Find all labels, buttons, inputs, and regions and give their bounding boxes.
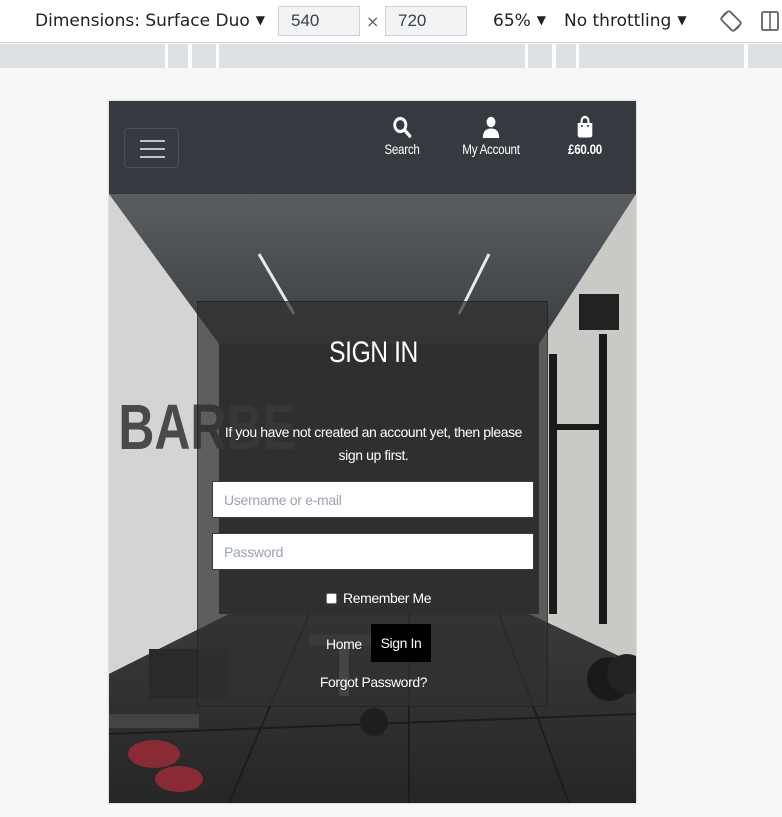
media-query-segment[interactable] (748, 44, 782, 68)
device-dropdown-label: Dimensions: Surface Duo (35, 11, 250, 31)
throttling-label: No throttling (564, 11, 672, 31)
media-query-segment[interactable] (219, 44, 525, 68)
user-icon (482, 116, 500, 138)
sign-in-button[interactable]: Sign In (371, 624, 431, 662)
home-link[interactable]: Home (326, 636, 362, 652)
remember-me-option[interactable]: Remember Me (326, 590, 432, 606)
media-query-segment[interactable] (0, 44, 165, 68)
device-viewport: Search My Account £60.00 SIGN IN If you … (109, 101, 636, 803)
forgot-password-link[interactable]: Forgot Password? (198, 674, 549, 690)
media-query-segment[interactable] (579, 44, 744, 68)
remember-me-checkbox[interactable] (326, 593, 337, 604)
nav-bag-link[interactable]: £60.00 (561, 115, 609, 157)
media-query-bar (0, 44, 782, 68)
nav-account-label: My Account (462, 142, 520, 157)
devtools-device-toolbar: Dimensions: Surface Duo ▼ × 65% ▼ No throt… (0, 0, 782, 43)
throttling-dropdown[interactable]: No throttling ▼ (564, 11, 687, 31)
zoom-label: 65% (493, 11, 531, 31)
bag-total: £60.00 (568, 142, 602, 157)
signin-panel: SIGN IN If you have not created an accou… (197, 301, 548, 707)
nav-search-link[interactable]: Search (382, 115, 422, 157)
hamburger-bar (140, 148, 165, 150)
hero-background: BARBE SIGN IN If you have not created an… (109, 194, 636, 803)
signin-intro-text: If you have not created an account yet, … (224, 424, 523, 463)
chevron-down-icon: ▼ (255, 13, 266, 27)
nav-search-label: Search (384, 142, 420, 157)
width-input[interactable] (278, 6, 360, 36)
shopping-bag-icon (577, 115, 593, 138)
rotate-icon[interactable] (719, 9, 743, 33)
height-input[interactable] (385, 6, 467, 36)
chevron-down-icon: ▼ (677, 13, 687, 27)
media-query-segment[interactable] (192, 44, 216, 68)
chevron-down-icon: ▼ (536, 13, 547, 27)
nav-account-link[interactable]: My Account (459, 115, 523, 157)
menu-toggle-button[interactable] (124, 128, 179, 168)
media-query-segment[interactable] (528, 44, 552, 68)
times-sign: × (366, 12, 380, 31)
hamburger-bar (140, 140, 165, 142)
site-navbar: Search My Account £60.00 (109, 101, 636, 194)
search-icon (393, 116, 412, 138)
remember-me-label: Remember Me (343, 590, 432, 606)
zoom-dropdown[interactable]: 65% ▼ (493, 11, 546, 31)
username-field[interactable] (212, 481, 534, 518)
device-posture-icon[interactable] (760, 9, 782, 33)
device-dropdown[interactable]: Dimensions: Surface Duo ▼ (35, 11, 265, 31)
media-query-segment[interactable] (168, 44, 188, 68)
password-field[interactable] (212, 533, 534, 570)
hamburger-bar (140, 156, 165, 158)
media-query-segment[interactable] (556, 44, 576, 68)
page-title: SIGN IN (329, 336, 418, 369)
